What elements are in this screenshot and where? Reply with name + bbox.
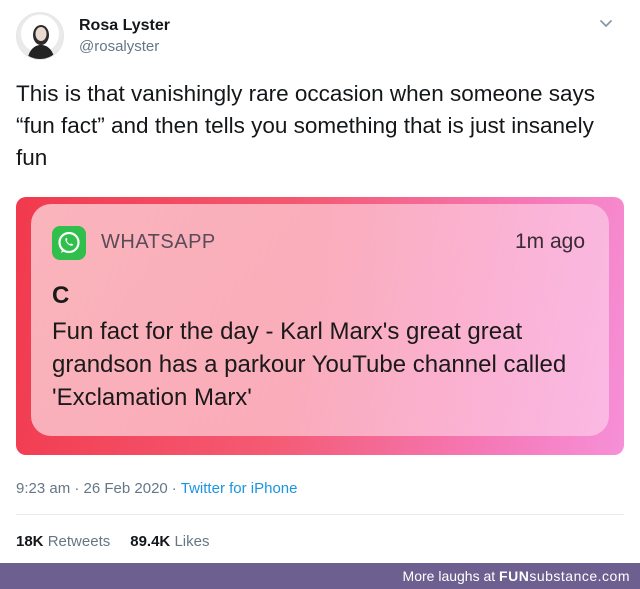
divider <box>16 514 624 515</box>
profile-photo-icon <box>27 25 55 59</box>
footer-brand-suffix: .com <box>597 568 630 584</box>
retweets-count: 18K <box>16 533 44 550</box>
likes-stat[interactable]: 89.4K Likes <box>130 533 209 550</box>
notification-sender: C <box>52 282 70 309</box>
notification-app-name: WHATSAPP <box>101 231 216 253</box>
tweet-card: Rosa Lyster @rosalyster This is that van… <box>0 0 640 563</box>
embedded-notification-image[interactable]: WHATSAPP 1m ago C Fun fact for the day -… <box>16 197 624 455</box>
retweets-stat[interactable]: 18K Retweets <box>16 533 110 550</box>
footer-text[interactable]: More laughs at FUNsubstance.com <box>403 568 630 584</box>
notification-message: Fun fact for the day - Karl Marx's great… <box>52 318 567 411</box>
tweet-meta: 9:23 am · 26 Feb 2020 · Twitter for iPhone <box>16 480 297 497</box>
tweet-source-link[interactable]: Twitter for iPhone <box>181 480 298 497</box>
tweet-stats: 18K Retweets 89.4K Likes <box>16 533 209 550</box>
footer-brand-thin: substance <box>529 568 598 584</box>
footer-brand-main: FUN <box>499 568 530 584</box>
whatsapp-icon <box>52 226 86 260</box>
likes-count: 89.4K <box>130 533 171 550</box>
meta-separator: · <box>171 480 177 497</box>
chevron-down-icon[interactable] <box>596 14 616 34</box>
avatar[interactable] <box>16 12 64 60</box>
footer-prefix: More laughs at <box>402 568 496 584</box>
retweets-label: Retweets <box>47 533 111 550</box>
footer-brand: FUNsubstance.com <box>499 568 630 584</box>
watermark-footer: More laughs at FUNsubstance.com <box>0 563 640 589</box>
user-handle[interactable]: @rosalyster <box>79 38 159 55</box>
display-name[interactable]: Rosa Lyster <box>79 17 170 35</box>
tweet-timestamp[interactable]: 9:23 am · 26 Feb 2020 <box>16 480 168 497</box>
likes-label: Likes <box>174 533 210 550</box>
notification-time: 1m ago <box>514 230 585 253</box>
tweet-text: This is that vanishingly rare occasion w… <box>16 81 596 170</box>
notification-card: WHATSAPP 1m ago C Fun fact for the day -… <box>31 204 609 436</box>
